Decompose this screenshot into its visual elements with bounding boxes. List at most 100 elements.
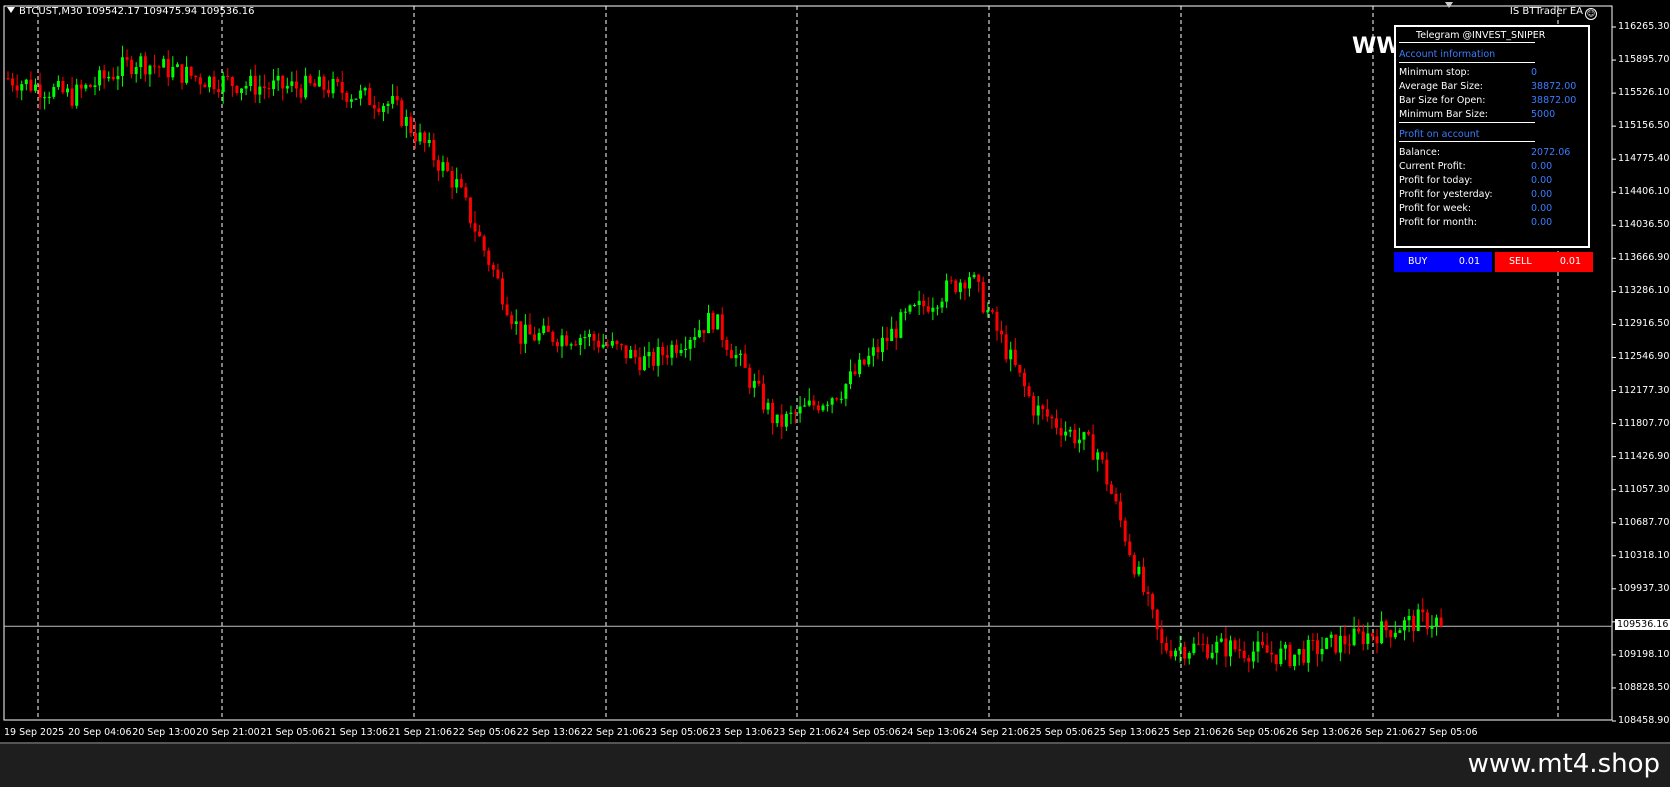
candle-body: [606, 344, 610, 346]
candle-body: [615, 341, 619, 345]
profit-row-label: Current Profit:: [1399, 161, 1466, 172]
buy-button[interactable]: BUY 0.01: [1394, 252, 1492, 272]
candle-body: [464, 187, 468, 198]
candle-body: [674, 344, 678, 354]
candle-body: [1183, 646, 1187, 659]
ea-label[interactable]: IS BTTrader EA ☺: [1510, 6, 1597, 20]
candle-body: [1361, 631, 1365, 644]
candle-body: [70, 88, 74, 106]
candle-body: [1210, 652, 1214, 659]
candle-body: [413, 132, 417, 142]
footer-site-link[interactable]: www.mt4.shop: [1468, 749, 1660, 779]
candle-body: [665, 355, 669, 358]
candle-body: [1270, 652, 1274, 655]
dropdown-triangle-icon[interactable]: [7, 7, 15, 13]
candle-body: [1283, 644, 1287, 649]
candle-body: [1261, 641, 1265, 646]
candle-body: [66, 88, 70, 93]
candle-body: [830, 398, 834, 405]
account-section-title: Account information: [1399, 49, 1496, 60]
time-axis-label: 26 Sep 13:06: [1286, 727, 1350, 738]
candle-body: [244, 86, 248, 89]
candle-body: [620, 344, 624, 346]
candle-body: [1366, 633, 1370, 644]
candle-body: [1045, 409, 1049, 417]
candle-body: [1348, 644, 1352, 646]
candle-body: [175, 64, 179, 67]
candle-body: [285, 85, 289, 89]
candle-body: [15, 85, 19, 91]
panel-divider: [1399, 141, 1535, 142]
candle-body: [807, 400, 811, 406]
candle-body: [981, 281, 985, 313]
candle-body: [1412, 615, 1416, 631]
panel-divider: [1399, 62, 1535, 63]
candle-body: [1439, 617, 1443, 627]
candle-body: [317, 76, 321, 87]
candle-body: [1343, 635, 1347, 645]
candle-body: [446, 162, 450, 171]
candle-body: [304, 75, 308, 98]
candle-body: [968, 277, 971, 289]
candle-body: [226, 75, 230, 78]
chart-area[interactable]: BTCUST,M30 109542.17 109475.94 109536.16…: [0, 0, 1670, 742]
candle-body: [482, 236, 486, 251]
time-axis-label: 22 Sep 13:06: [516, 727, 581, 738]
price-axis-label: 109937.30: [1618, 582, 1670, 594]
time-axis-label: 21 Sep 21:06: [388, 727, 453, 738]
candle-body: [1123, 520, 1127, 542]
price-axis-label: 112546.90: [1618, 351, 1670, 363]
candle-body: [93, 85, 97, 88]
candle-body: [1224, 638, 1228, 657]
candle-body: [679, 349, 683, 354]
candle-body: [826, 404, 830, 406]
candle-body: [656, 347, 660, 366]
candle-body: [519, 321, 523, 344]
candle-body: [75, 84, 79, 106]
candle-body: [977, 274, 981, 282]
candle-body: [185, 66, 189, 83]
candle-body: [1398, 630, 1402, 633]
candle-body: [395, 95, 399, 101]
candle-body: [1100, 452, 1104, 460]
candle-body: [1389, 630, 1393, 638]
candle-body: [716, 314, 720, 330]
sell-button[interactable]: SELL 0.01: [1495, 252, 1593, 272]
candle-body: [1425, 612, 1429, 629]
candle-body: [510, 315, 514, 324]
candle-body: [120, 57, 124, 76]
profit-row-value: 0.00: [1531, 217, 1553, 228]
candle-body: [327, 89, 330, 94]
candle-body: [1416, 609, 1420, 631]
candle-body: [1279, 648, 1283, 665]
candle-body: [1196, 643, 1200, 645]
candle-body: [931, 307, 935, 312]
candle-body: [1384, 621, 1388, 631]
candle-body: [899, 312, 903, 338]
candle-body: [652, 351, 656, 366]
price-axis-label: 108458.90: [1618, 715, 1670, 726]
candle-body: [1297, 649, 1301, 655]
candle-body: [1274, 654, 1278, 665]
candle-body: [670, 344, 674, 358]
candle-body: [597, 340, 601, 348]
panel-title: Telegram @INVEST_SNIPER: [1416, 30, 1546, 41]
candle-body: [1206, 644, 1210, 659]
candle-body: [647, 351, 651, 357]
candle-body: [249, 75, 253, 87]
candle-body: [505, 304, 509, 316]
candle-body: [391, 95, 395, 104]
candle-body: [130, 59, 134, 75]
candle-body: [995, 311, 999, 331]
candle-body: [253, 75, 257, 95]
candle-body: [386, 103, 390, 106]
price-axis-label: 112916.50: [1618, 318, 1670, 330]
candle-body: [963, 282, 967, 289]
candle-body: [33, 84, 37, 91]
candle-body: [812, 400, 816, 406]
candle-body: [743, 353, 747, 368]
candle-body: [775, 414, 779, 424]
candle-body: [322, 76, 326, 90]
candle-body: [1251, 651, 1255, 662]
candle-body: [43, 97, 47, 99]
